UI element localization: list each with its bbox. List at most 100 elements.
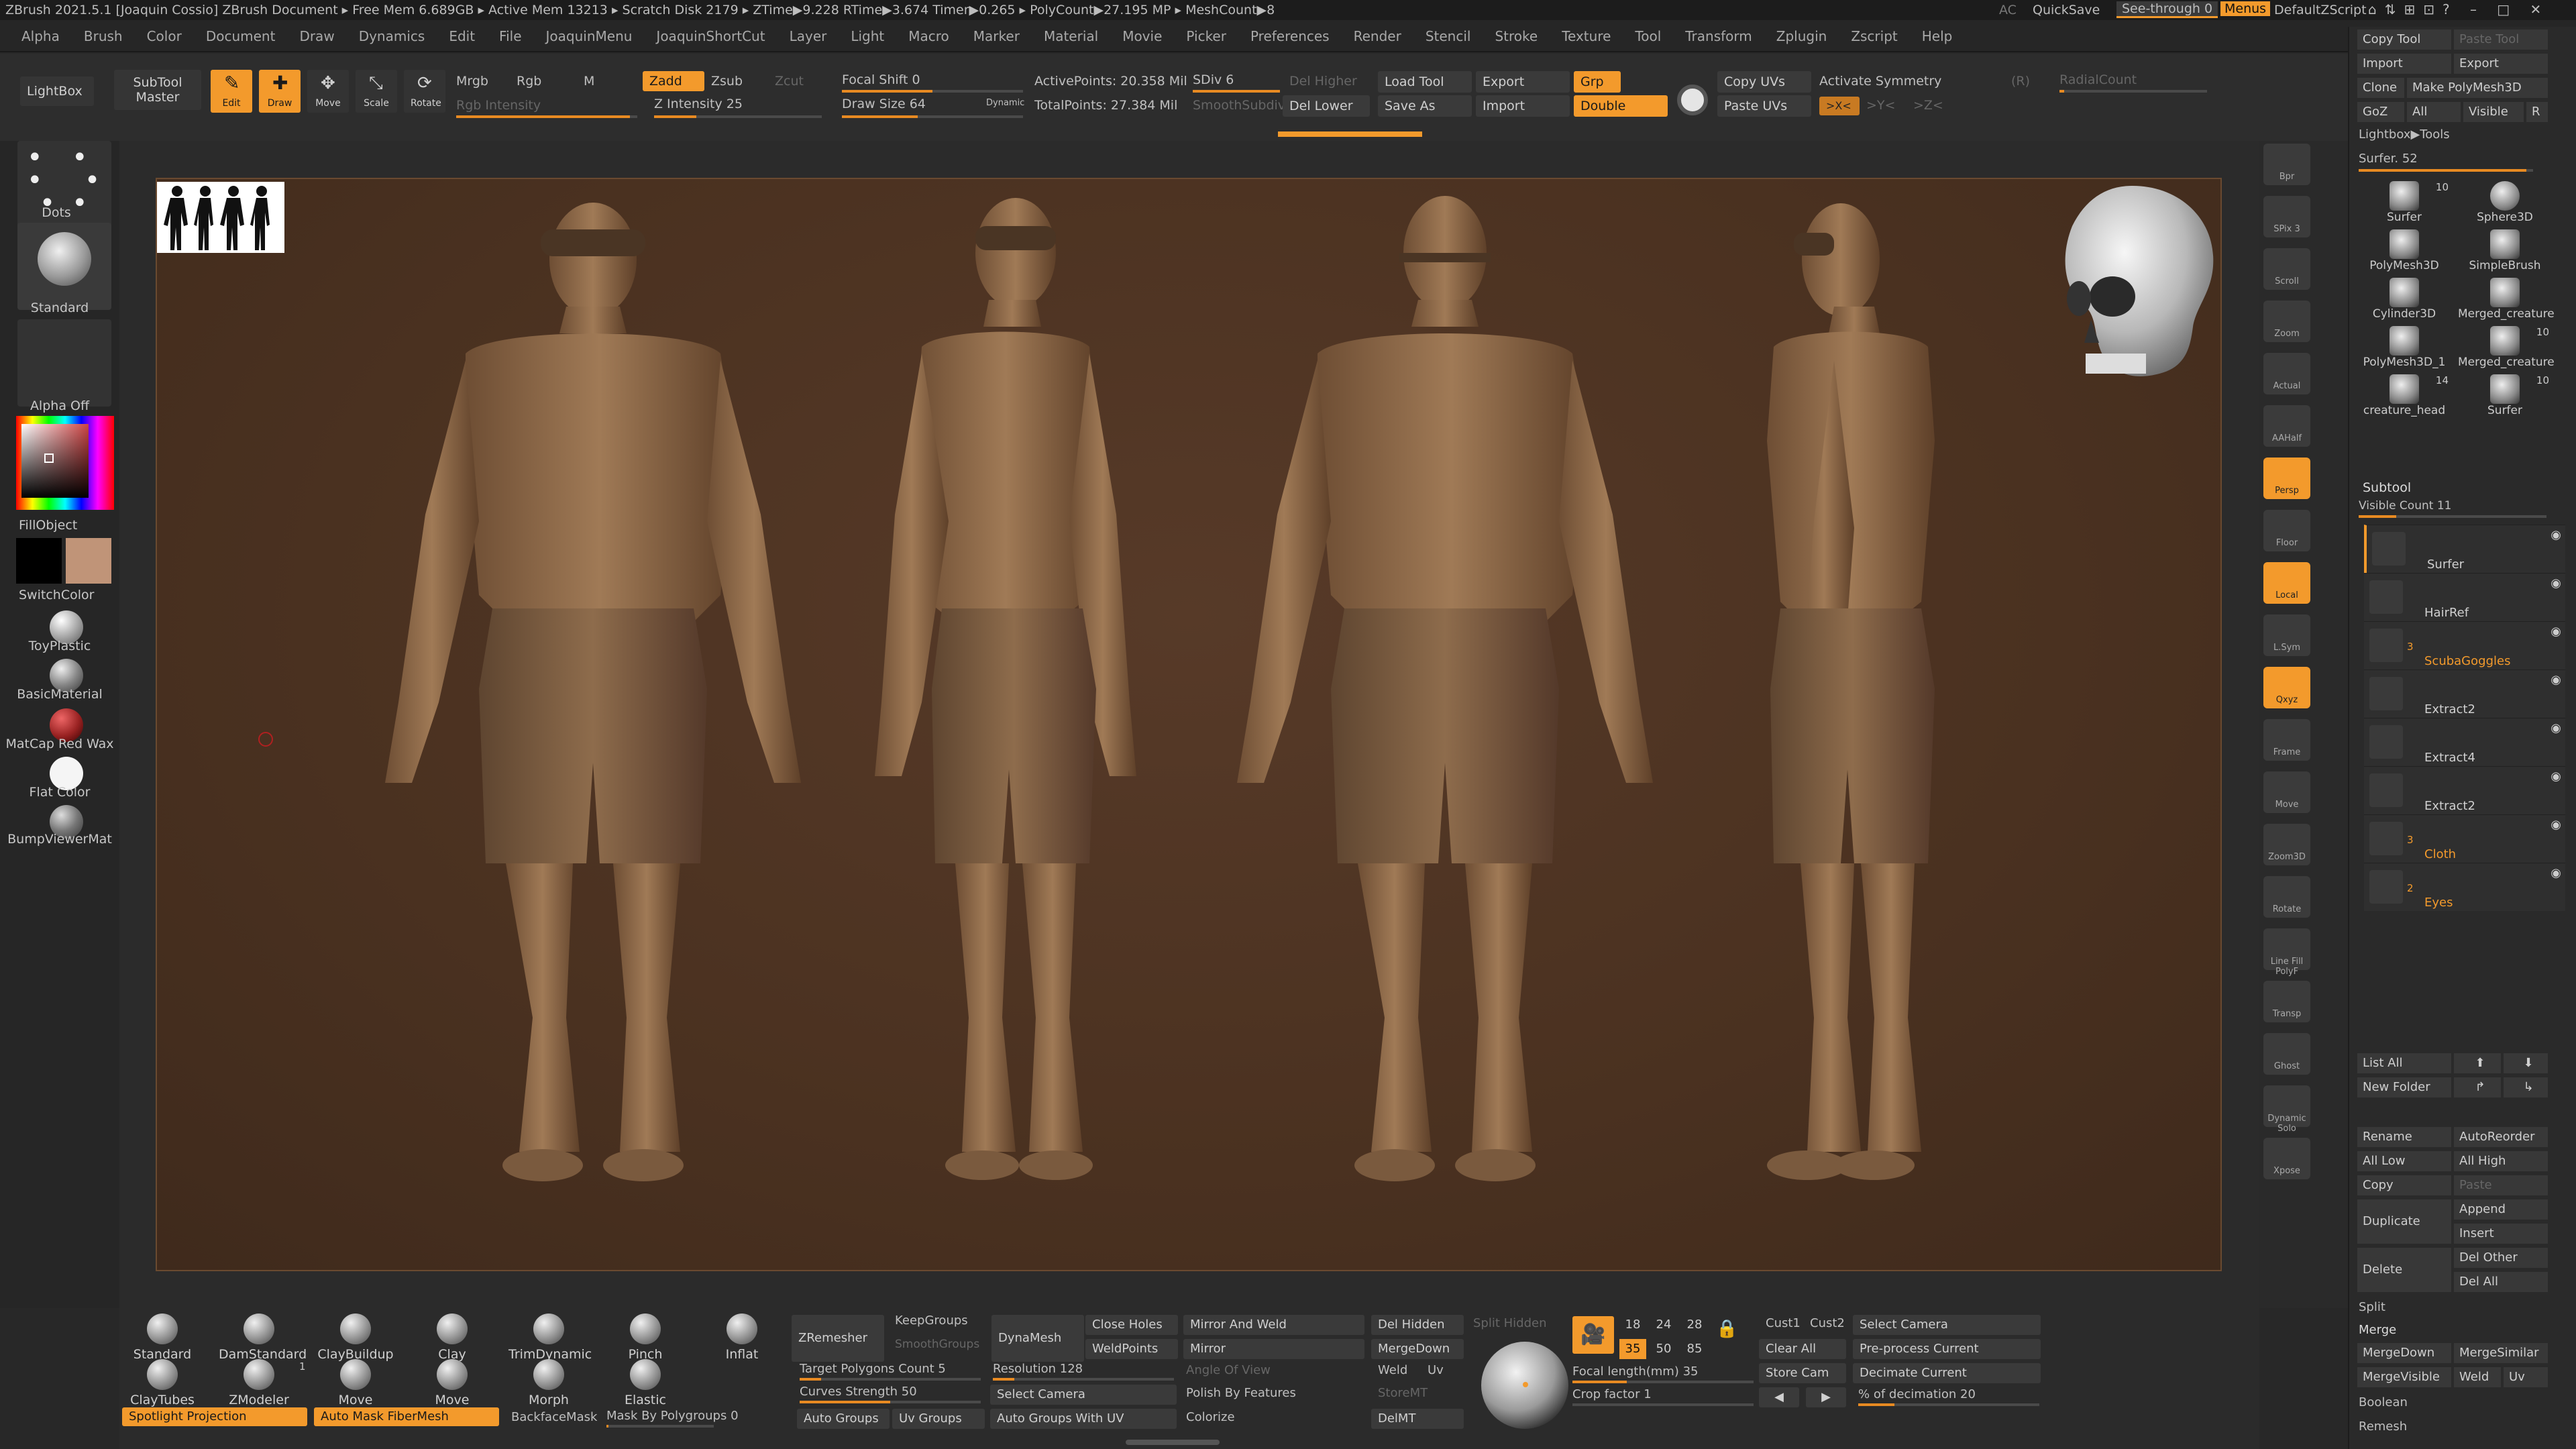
menu-zplugin[interactable]: Zplugin bbox=[1774, 20, 1830, 52]
polish-by-features-button[interactable]: Polish By Features bbox=[1186, 1386, 1296, 1400]
lens-50-button[interactable]: 50 bbox=[1650, 1339, 1677, 1359]
lens-35-button[interactable]: 35 bbox=[1619, 1339, 1646, 1359]
menu-brush[interactable]: Brush bbox=[81, 20, 125, 52]
copy-uvs-button[interactable]: Copy UVs bbox=[1717, 71, 1811, 93]
menu-draw[interactable]: Draw bbox=[297, 20, 337, 52]
radial-symmetry-button[interactable]: (R) bbox=[2011, 74, 2030, 89]
rotation-sphere-icon[interactable] bbox=[1481, 1342, 1568, 1429]
merge-down-button[interactable]: MergeDown bbox=[2357, 1343, 2451, 1363]
tool-thumb-2[interactable]: PolyMesh3D bbox=[2357, 229, 2451, 276]
tool-thumb-3[interactable]: SimpleBrush bbox=[2458, 229, 2552, 276]
backface-mask-button[interactable]: BackfaceMask bbox=[511, 1410, 597, 1424]
m-button[interactable]: M bbox=[584, 74, 594, 89]
subtool-row[interactable]: Extract4 ◉ bbox=[2364, 718, 2565, 766]
zadd-button[interactable]: Zadd bbox=[643, 71, 704, 91]
shelf-actual-button[interactable]: Actual bbox=[2263, 353, 2310, 394]
visibility-eye-icon[interactable]: ◉ bbox=[2551, 625, 2561, 639]
subtool-paste-button[interactable]: Paste bbox=[2454, 1175, 2548, 1195]
arrow-down-icon[interactable]: ⬇ bbox=[2504, 1053, 2548, 1073]
store-cam-button[interactable]: Store Cam bbox=[1759, 1363, 1846, 1383]
del-hidden-button[interactable]: Del Hidden bbox=[1371, 1315, 1464, 1335]
lightbox-tools-link[interactable]: Lightbox▶Tools bbox=[2359, 127, 2450, 142]
del-all-button[interactable]: Del All bbox=[2454, 1272, 2548, 1292]
menu-dynamics[interactable]: Dynamics bbox=[356, 20, 428, 52]
del-higher-button[interactable]: Del Higher bbox=[1289, 74, 1357, 89]
menu-joaquinmenu[interactable]: JoaquinMenu bbox=[543, 20, 635, 52]
focal-shift-track[interactable] bbox=[842, 90, 1023, 93]
brush-claytubes-button[interactable]: ClayTubes bbox=[122, 1359, 203, 1407]
auto-groups-with-uv-button[interactable]: Auto Groups With UV bbox=[990, 1409, 1177, 1429]
move-down-icon[interactable]: ↳ bbox=[2504, 1077, 2548, 1097]
mrgb-button[interactable]: Mrgb bbox=[456, 74, 488, 89]
menu-marker[interactable]: Marker bbox=[971, 20, 1022, 52]
subtool-header[interactable]: Subtool bbox=[2363, 480, 2411, 495]
secondary-color-swatch[interactable] bbox=[16, 538, 62, 584]
weld-button[interactable]: Weld bbox=[1378, 1363, 1407, 1377]
see-through-slider[interactable]: See-through 0 bbox=[2116, 1, 2218, 18]
shelf-ghost-button[interactable]: Ghost bbox=[2263, 1033, 2310, 1075]
menu-document[interactable]: Document bbox=[203, 20, 278, 52]
zsub-button[interactable]: Zsub bbox=[711, 74, 743, 89]
shelf-xpose-button[interactable]: Xpose bbox=[2263, 1138, 2310, 1179]
del-other-button[interactable]: Del Other bbox=[2454, 1248, 2548, 1268]
export-button[interactable]: Export bbox=[1476, 71, 1570, 93]
keep-groups-button[interactable]: KeepGroups bbox=[895, 1313, 968, 1328]
split-section[interactable]: Split bbox=[2359, 1300, 2385, 1314]
shelf-floor-button[interactable]: Floor bbox=[2263, 510, 2310, 551]
resolution-slider[interactable]: Resolution 128 bbox=[993, 1362, 1083, 1376]
menu-render[interactable]: Render bbox=[1351, 20, 1404, 52]
del-mt-button[interactable]: DelMT bbox=[1371, 1409, 1464, 1429]
draw-size-slider[interactable]: Draw Size 64 bbox=[842, 97, 926, 111]
tool-export-button[interactable]: Export bbox=[2454, 54, 2548, 74]
brush-pinch-button[interactable]: Pinch bbox=[605, 1313, 686, 1362]
resolution-track[interactable] bbox=[993, 1378, 1174, 1381]
visibility-eye-icon[interactable]: ◉ bbox=[2551, 818, 2561, 832]
subtool-row[interactable]: HairRef ◉ bbox=[2364, 573, 2565, 621]
merge-down-bottom-button[interactable]: MergeDown bbox=[1371, 1339, 1464, 1359]
auto-mask-fibermesh-button[interactable]: Auto Mask FiberMesh bbox=[314, 1407, 499, 1426]
save-as-button[interactable]: Save As bbox=[1378, 95, 1472, 117]
spotlight-projection-button[interactable]: Spotlight Projection bbox=[122, 1407, 307, 1426]
lens-85-button[interactable]: 85 bbox=[1681, 1339, 1708, 1359]
subtool-row[interactable]: Extract2 ◉ bbox=[2364, 669, 2565, 718]
lens-24-button[interactable]: 24 bbox=[1650, 1315, 1677, 1335]
lightbox-button[interactable]: LightBox bbox=[20, 76, 94, 106]
shelf-zoom-button[interactable]: Zoom bbox=[2263, 301, 2310, 342]
shelf-aahalf-button[interactable]: AAHalf bbox=[2263, 405, 2310, 447]
current-tool-track[interactable] bbox=[2359, 169, 2533, 172]
mask-by-polygroups-slider[interactable]: Mask By Polygroups 0 bbox=[606, 1409, 739, 1423]
cust1-button[interactable]: Cust1 bbox=[1766, 1316, 1801, 1330]
uv-button[interactable]: Uv bbox=[1428, 1363, 1444, 1377]
brush-clay-button[interactable]: Clay bbox=[412, 1313, 492, 1362]
tool-thumb-7[interactable]: Merged_creature 10 bbox=[2458, 326, 2555, 373]
rename-button[interactable]: Rename bbox=[2357, 1127, 2451, 1147]
select-camera-2-button[interactable]: Select Camera bbox=[1853, 1315, 2041, 1335]
merge-visible-button[interactable]: MergeVisible bbox=[2357, 1367, 2451, 1387]
new-folder-button[interactable]: New Folder bbox=[2357, 1077, 2451, 1097]
auto-reorder-button[interactable]: AutoReorder bbox=[2454, 1127, 2548, 1147]
menu-zscript[interactable]: Zscript bbox=[1848, 20, 1900, 52]
sdiv-track[interactable] bbox=[1193, 90, 1280, 93]
grp-button[interactable]: Grp bbox=[1574, 71, 1621, 93]
menu-movie[interactable]: Movie bbox=[1120, 20, 1165, 52]
clear-all-button[interactable]: Clear All bbox=[1759, 1339, 1846, 1359]
menu-texture[interactable]: Texture bbox=[1559, 20, 1613, 52]
arrow-up-icon[interactable]: ⬆ bbox=[2454, 1053, 2501, 1073]
lens-18-button[interactable]: 18 bbox=[1619, 1315, 1646, 1335]
tool-thumb-6[interactable]: PolyMesh3D_1 bbox=[2357, 326, 2451, 373]
tool-thumb-9[interactable]: Surfer 10 bbox=[2458, 374, 2552, 421]
activate-symmetry-button[interactable]: Activate Symmetry bbox=[1819, 74, 1941, 89]
z-symmetry-button[interactable]: >Z< bbox=[1913, 98, 1943, 113]
shelf-qxyz-button[interactable]: Qxyz bbox=[2263, 667, 2310, 708]
material-sphere-icon[interactable] bbox=[1677, 85, 1708, 115]
menu-alpha[interactable]: Alpha bbox=[19, 20, 62, 52]
menu-edit[interactable]: Edit bbox=[446, 20, 478, 52]
shelf-transp-button[interactable]: Transp bbox=[2263, 981, 2310, 1022]
smooth-groups-slider[interactable]: SmoothGroups bbox=[895, 1338, 979, 1351]
menu-light[interactable]: Light bbox=[848, 20, 887, 52]
split-hidden-button[interactable]: Split Hidden bbox=[1473, 1316, 1547, 1330]
tool-thumb-1[interactable]: Sphere3D bbox=[2458, 181, 2552, 228]
bottom-scroll-handle[interactable] bbox=[1126, 1440, 1220, 1445]
brush-standard-button[interactable]: Standard bbox=[122, 1313, 203, 1362]
menu-help[interactable]: Help bbox=[1919, 20, 1955, 52]
